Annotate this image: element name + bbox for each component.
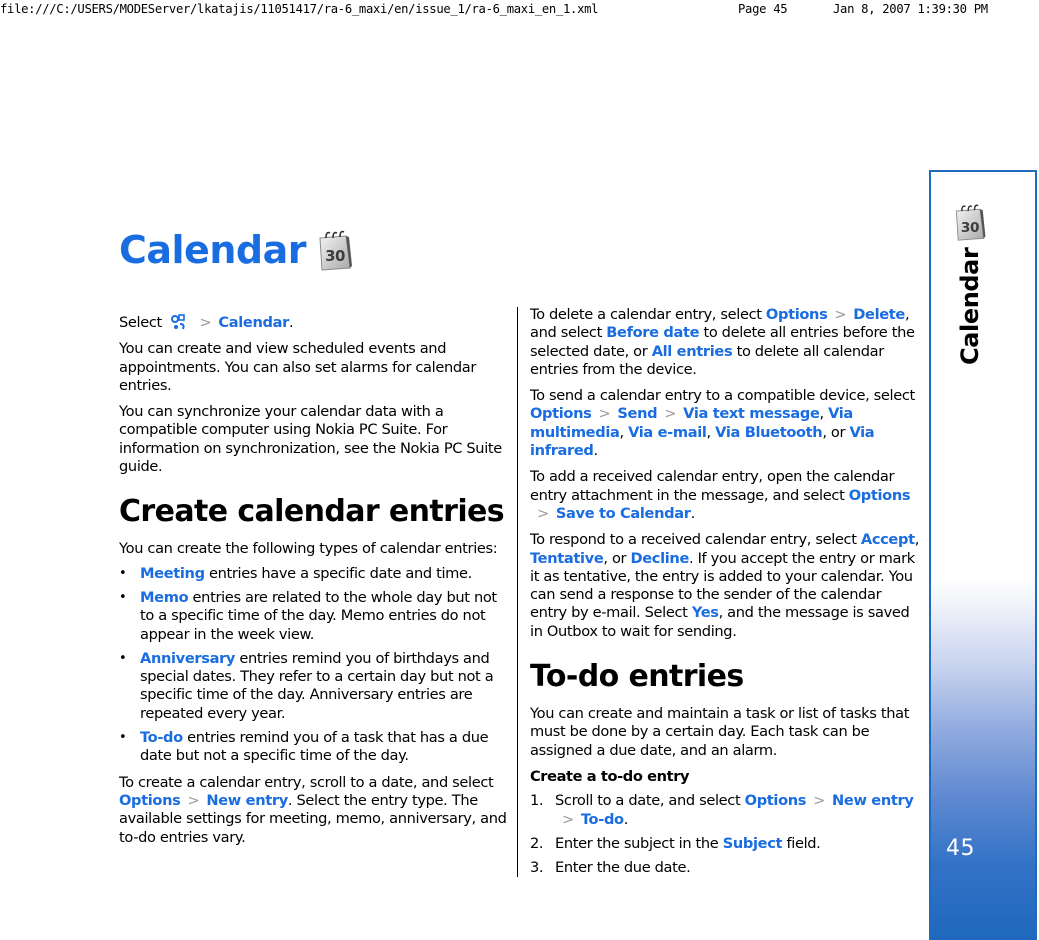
chapter-side-label: Calendar 30 [950,204,990,365]
options-link[interactable]: Options [745,792,807,809]
todo-link[interactable]: To-do [581,811,624,828]
text: To send a calendar entry to a compatible… [530,387,915,405]
text: , [619,423,629,441]
tentative-link[interactable]: Tentative [530,550,604,567]
send-paragraph: To send a calendar entry to a compatible… [530,387,922,460]
text: , or [822,423,850,441]
text: . [623,810,629,828]
text: Scroll to a date, and select [555,792,745,810]
intro-paragraph: You can create and view scheduled events… [119,340,477,394]
list-item: Anniversary entries remind you of birthd… [119,650,511,723]
text: . [593,442,599,460]
anniversary-link[interactable]: Anniversary [140,650,235,667]
section-heading-todo: To-do entries [530,659,744,695]
options-link[interactable]: Options [766,306,828,323]
print-header: file:///C:/USERS/MODEServer/lkatajis/110… [0,0,1039,20]
select-prefix: Select [119,314,162,331]
all-entries-link[interactable]: All entries [652,343,733,360]
punctuation: . [288,314,294,331]
print-header-page: Page 45 [738,2,788,16]
meeting-link[interactable]: Meeting [140,565,205,582]
todo-intro: You can create and maintain a task or li… [530,705,910,759]
chapter-label-text: Calendar [956,247,984,365]
text: To create a calendar entry, scroll to a … [119,773,494,791]
delete-paragraph: To delete a calendar entry, select Optio… [530,306,922,379]
chevron-right-icon: > [187,791,200,809]
chevron-right-icon: > [664,405,677,423]
column-divider [517,307,518,877]
print-header-path: file:///C:/USERS/MODEServer/lkatajis/110… [0,2,599,16]
text: field. [782,834,821,852]
bullet-text: entries have a specific date and time. [204,564,472,582]
yes-link[interactable]: Yes [692,604,719,621]
save-to-calendar-link[interactable]: Save to Calendar [556,505,691,522]
via-bluetooth-link[interactable]: Via Bluetooth [715,424,823,441]
page-number: 45 [946,836,975,861]
before-date-link[interactable]: Before date [606,324,699,341]
section-heading-create: Create calendar entries [119,494,505,530]
text: Enter the due date. [555,859,691,877]
list-item: 2. Enter the subject in the Subject fiel… [530,835,922,853]
calendar-icon: 30 [316,228,354,272]
chevron-right-icon: > [562,810,574,828]
page-title: Calendar 30 [119,228,354,272]
sync-paragraph: You can synchronize your calendar data w… [119,403,502,476]
text: To add a received calendar entry, open t… [530,468,895,504]
subheading-create-todo: Create a to-do entry [530,767,690,785]
bullet-text: entries remind you of a task that has a … [140,729,489,765]
add-paragraph: To add a received calendar entry, open t… [530,468,922,523]
entry-types-list: Meeting entries have a specific date and… [119,565,511,766]
decline-link[interactable]: Decline [630,550,689,567]
text: , or [603,549,631,567]
new-entry-link[interactable]: New entry [206,792,288,809]
chevron-right-icon: > [199,314,212,331]
list-item: 1. Scroll to a date, and select Options >… [530,792,922,829]
delete-link[interactable]: Delete [853,306,905,323]
right-column: To delete a calendar entry, select Optio… [530,306,922,883]
left-column: Select > Calendar. You can create and vie… [119,313,511,855]
chevron-right-icon: > [537,504,549,522]
list-item: Meeting entries have a specific date and… [119,564,511,584]
todo-link[interactable]: To-do [140,729,183,746]
text: , [819,405,829,423]
new-entry-link[interactable]: New entry [832,792,914,809]
chevron-right-icon: > [813,792,826,810]
bullet-text: entries are related to the whole day but… [140,588,497,643]
svg-text:30: 30 [325,247,345,265]
svg-text:30: 30 [961,220,979,236]
calendar-link[interactable]: Calendar [218,314,289,331]
options-link[interactable]: Options [119,792,181,809]
print-header-datetime: Jan 8, 2007 1:39:30 PM [833,2,988,16]
memo-link[interactable]: Memo [140,589,189,606]
text: , [914,531,920,549]
select-path: Select > Calendar. [119,313,511,332]
text: , [706,423,716,441]
list-item: Memo entries are related to the whole da… [119,589,511,644]
chevron-right-icon: > [834,306,847,323]
text: Enter the subject in the [555,834,723,852]
list-item: To-do entries remind you of a task that … [119,729,511,766]
via-email-link[interactable]: Via e-mail [628,424,707,441]
text: To respond to a received calendar entry,… [530,531,861,549]
create-paragraph: To create a calendar entry, scroll to a … [119,774,511,847]
options-link[interactable]: Options [530,405,592,422]
subject-link[interactable]: Subject [723,835,783,852]
via-text-message-link[interactable]: Via text message [683,405,820,422]
send-link[interactable]: Send [617,405,657,422]
step-number: 3. [530,859,544,877]
text: . [690,504,696,522]
list-item: 3. Enter the due date. [530,859,922,877]
chevron-right-icon: > [598,405,611,423]
calendar-icon: 30 [952,202,988,242]
options-link[interactable]: Options [849,487,911,504]
respond-paragraph: To respond to a received calendar entry,… [530,531,922,641]
page-title-text: Calendar [119,228,306,272]
accept-link[interactable]: Accept [861,531,915,548]
step-number: 1. [530,792,544,810]
todo-steps-list: 1. Scroll to a date, and select Options >… [530,792,922,877]
types-intro: You can create the following types of ca… [119,540,498,558]
text: To delete a calendar entry, select [530,306,766,323]
step-number: 2. [530,834,544,852]
menu-key-icon [170,313,188,331]
